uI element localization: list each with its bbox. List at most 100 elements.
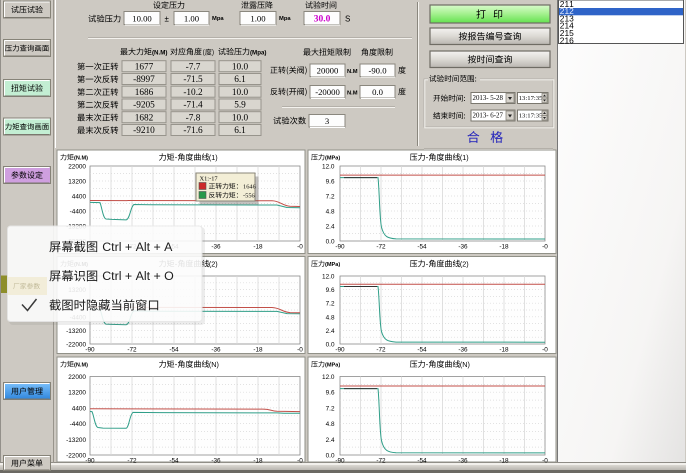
svg-text:(N): (N) — [460, 360, 470, 369]
svg-text:6.1: 6.1 — [234, 75, 246, 85]
svg-text:216: 216 — [560, 35, 574, 45]
svg-text:±: ± — [165, 15, 170, 24]
svg-text:1682: 1682 — [135, 113, 154, 123]
svg-text:13:17:35: 13:17:35 — [519, 95, 543, 102]
svg-text:-20000: -20000 — [315, 87, 340, 97]
svg-text:-0: -0 — [542, 347, 548, 354]
svg-text:-4400: -4400 — [70, 421, 87, 428]
svg-text:6.1: 6.1 — [234, 126, 246, 136]
svg-text:-8997: -8997 — [133, 75, 155, 85]
svg-text:-22000: -22000 — [66, 453, 86, 460]
svg-text:-54: -54 — [417, 244, 427, 251]
svg-text:(1): (1) — [209, 153, 218, 162]
svg-text:-18: -18 — [499, 458, 509, 465]
svg-text:-90: -90 — [335, 244, 345, 251]
svg-text:(MPa): (MPa) — [325, 156, 340, 162]
svg-text:1.00: 1.00 — [250, 13, 266, 23]
svg-text:2013- 6-27: 2013- 6-27 — [473, 113, 504, 120]
svg-text:N.M: N.M — [347, 91, 358, 97]
svg-text:X1:-17: X1:-17 — [200, 176, 219, 183]
svg-text:-71.5: -71.5 — [183, 75, 203, 85]
svg-text:0.0: 0.0 — [372, 87, 384, 97]
svg-text:-72: -72 — [376, 244, 386, 251]
svg-text:(1): (1) — [460, 153, 469, 162]
svg-text:2.4: 2.4 — [326, 224, 335, 231]
svg-text:-54: -54 — [417, 347, 427, 354]
svg-text:20000: 20000 — [317, 66, 339, 76]
svg-text:2.4: 2.4 — [326, 437, 335, 444]
svg-text:Ctrl + Alt + O: Ctrl + Alt + O — [102, 269, 174, 283]
svg-text:1.00: 1.00 — [184, 13, 200, 23]
svg-text:22000: 22000 — [68, 374, 86, 381]
svg-text:-18: -18 — [253, 244, 263, 251]
svg-text:-7.8: -7.8 — [186, 113, 201, 123]
svg-text:Mpa: Mpa — [212, 16, 224, 22]
svg-text:-13200: -13200 — [66, 328, 86, 335]
svg-text:13:17:35: 13:17:35 — [519, 113, 543, 120]
svg-text:4.8: 4.8 — [326, 421, 335, 428]
svg-text:4.8: 4.8 — [326, 209, 335, 216]
svg-text:1686: 1686 — [135, 88, 154, 98]
svg-text:10.0: 10.0 — [232, 62, 249, 72]
svg-text:-9210: -9210 — [133, 126, 155, 136]
svg-text:9.6: 9.6 — [326, 179, 335, 186]
svg-text:N.M: N.M — [347, 69, 358, 75]
svg-text:0.0: 0.0 — [326, 453, 335, 460]
svg-text:9.6: 9.6 — [326, 390, 335, 397]
svg-text:-36: -36 — [458, 347, 468, 354]
svg-text:-22000: -22000 — [66, 342, 86, 349]
svg-text:-90: -90 — [85, 347, 95, 354]
svg-text:-10.2: -10.2 — [183, 88, 203, 98]
svg-text:12.0: 12.0 — [322, 164, 335, 171]
svg-text:(Mpa): (Mpa) — [250, 50, 267, 57]
svg-text:-0: -0 — [297, 347, 303, 354]
svg-text:-18: -18 — [499, 347, 509, 354]
svg-text:(MPa): (MPa) — [325, 262, 340, 268]
svg-text:-36: -36 — [458, 458, 468, 465]
svg-text:22000: 22000 — [68, 164, 86, 171]
svg-text:-13200: -13200 — [66, 437, 86, 444]
svg-text:13200: 13200 — [68, 390, 86, 397]
svg-text:(N.M): (N.M) — [74, 156, 88, 162]
svg-text:2013- 5-28: 2013- 5-28 — [473, 95, 504, 102]
svg-text:-54: -54 — [169, 458, 179, 465]
svg-text:-4400: -4400 — [70, 209, 87, 216]
svg-text:-36: -36 — [211, 347, 221, 354]
svg-text:-72: -72 — [127, 458, 137, 465]
svg-text:-36: -36 — [211, 458, 221, 465]
svg-text:-18: -18 — [253, 458, 263, 465]
svg-text:-36: -36 — [458, 244, 468, 251]
svg-text:10.0: 10.0 — [232, 113, 249, 123]
svg-text:4.8: 4.8 — [326, 314, 335, 321]
svg-text:10.0: 10.0 — [232, 88, 249, 98]
svg-text:4400: 4400 — [72, 405, 87, 412]
svg-text:-90.0: -90.0 — [368, 66, 387, 76]
svg-text:5.9: 5.9 — [234, 101, 246, 111]
svg-text:7.2: 7.2 — [326, 301, 335, 308]
svg-text:Ctrl + Alt + A: Ctrl + Alt + A — [102, 240, 173, 254]
svg-text:Mpa: Mpa — [279, 16, 291, 22]
svg-text:-18: -18 — [253, 347, 263, 354]
svg-text:7.2: 7.2 — [326, 405, 335, 412]
svg-text:9.6: 9.6 — [326, 287, 335, 294]
svg-text:-90: -90 — [335, 458, 345, 465]
svg-text:-0: -0 — [542, 244, 548, 251]
svg-text:-71.4: -71.4 — [183, 101, 203, 111]
svg-text:-0: -0 — [542, 458, 548, 465]
svg-text:2.4: 2.4 — [326, 328, 335, 335]
svg-text:-18: -18 — [499, 244, 509, 251]
svg-text:-0: -0 — [297, 244, 303, 251]
svg-text:13200: 13200 — [68, 179, 86, 186]
svg-text:-9205: -9205 — [133, 101, 155, 111]
svg-text:(N): (N) — [209, 360, 219, 369]
svg-text:-72: -72 — [376, 458, 386, 465]
svg-text:10.00: 10.00 — [132, 13, 152, 23]
svg-text:-556: -556 — [243, 193, 255, 200]
svg-text:12.0: 12.0 — [322, 374, 335, 381]
svg-text:7.2: 7.2 — [326, 194, 335, 201]
svg-text:-0: -0 — [297, 458, 303, 465]
svg-text:0.0: 0.0 — [326, 342, 335, 349]
svg-text:-72: -72 — [127, 347, 137, 354]
svg-text:3: 3 — [325, 116, 329, 126]
svg-text:(MPa): (MPa) — [325, 363, 340, 369]
